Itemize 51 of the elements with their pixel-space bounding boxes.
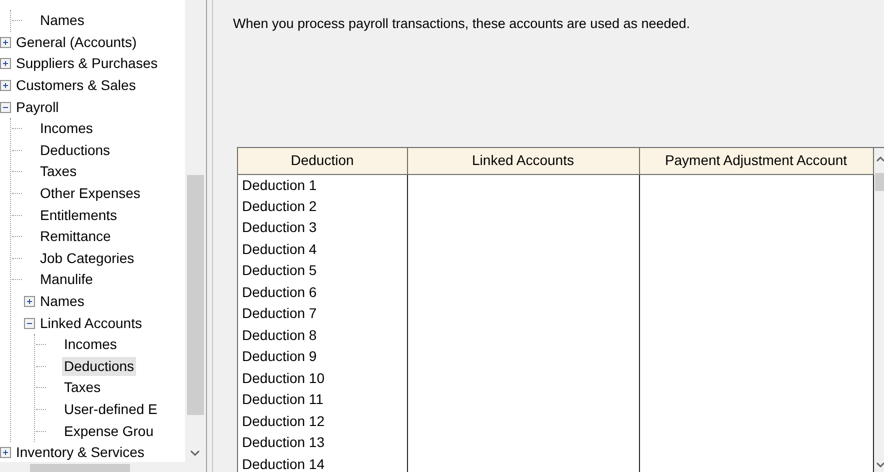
table-cell: Deduction 10 bbox=[238, 368, 407, 389]
tree-item[interactable]: Taxes bbox=[62, 378, 103, 398]
expand-toggle[interactable] bbox=[24, 296, 35, 308]
table-cell: Deduction 14 bbox=[238, 454, 407, 472]
expand-toggle[interactable] bbox=[0, 447, 11, 458]
column-header[interactable]: Linked Accounts bbox=[407, 148, 639, 174]
scrollbar[interactable] bbox=[874, 148, 884, 472]
tree-item[interactable]: Suppliers & Purchases bbox=[14, 54, 160, 74]
table-cell: Deduction 6 bbox=[238, 282, 407, 303]
table-cell: Deduction 1 bbox=[238, 174, 407, 196]
tree-item[interactable]: Incomes bbox=[38, 119, 95, 138]
table-cell: Deduction 5 bbox=[238, 260, 407, 282]
table-cell: Deduction 9 bbox=[238, 346, 407, 368]
tree-item[interactable]: Deductions bbox=[62, 356, 136, 376]
tree-item[interactable]: Names bbox=[38, 292, 86, 312]
tree-item[interactable]: Taxes bbox=[38, 162, 79, 182]
tree-item[interactable]: Names bbox=[38, 11, 86, 30]
scrollbar-thumb[interactable] bbox=[874, 173, 884, 191]
table-cell: Deduction 2 bbox=[238, 196, 407, 217]
table-cell: Deduction 4 bbox=[238, 238, 407, 260]
collapse-toggle[interactable] bbox=[0, 102, 11, 113]
tree-item[interactable]: General (Accounts) bbox=[14, 32, 139, 52]
scrollbar[interactable] bbox=[185, 0, 206, 462]
tree-item[interactable]: Deductions bbox=[38, 140, 112, 160]
table-cell: Deduction 13 bbox=[238, 432, 407, 454]
tree-item[interactable]: Incomes bbox=[62, 335, 119, 354]
tree-item[interactable]: Job Categories bbox=[38, 248, 136, 268]
column-header[interactable]: Deduction bbox=[238, 148, 407, 174]
tree-item[interactable]: User-defined E bbox=[62, 400, 160, 419]
tree-item[interactable]: Entitlements bbox=[38, 206, 120, 225]
tree-item[interactable]: Payroll bbox=[14, 98, 61, 117]
collapse-toggle[interactable] bbox=[24, 318, 35, 329]
tree-item[interactable]: Expense Grou bbox=[62, 422, 156, 441]
expand-toggle[interactable] bbox=[0, 58, 11, 70]
column-header[interactable]: Payment Adjustment Account bbox=[639, 148, 873, 174]
tree-item[interactable]: Other Expenses bbox=[38, 184, 142, 204]
tree-item[interactable]: Customers & Sales bbox=[14, 76, 138, 96]
expand-toggle[interactable] bbox=[0, 80, 11, 92]
table-cell: Deduction 8 bbox=[238, 324, 407, 346]
tree-item[interactable]: Remittance bbox=[38, 227, 113, 246]
table-cell: Deduction 12 bbox=[238, 410, 407, 432]
scrollbar-thumb[interactable] bbox=[187, 175, 204, 415]
tree-item[interactable]: Inventory & Services bbox=[14, 443, 146, 462]
tree-item[interactable]: Manulife bbox=[38, 270, 95, 290]
horizontal-scrollbar[interactable] bbox=[0, 462, 206, 472]
expand-toggle[interactable] bbox=[0, 36, 11, 48]
table-cell: Deduction 7 bbox=[238, 303, 407, 324]
table-cell: Deduction 11 bbox=[238, 389, 407, 410]
description-text: When you process payroll transactions, these accounts are used as needed. bbox=[233, 16, 690, 31]
tree-item[interactable]: Linked Accounts bbox=[38, 314, 144, 333]
table-cell: Deduction 3 bbox=[238, 217, 407, 238]
